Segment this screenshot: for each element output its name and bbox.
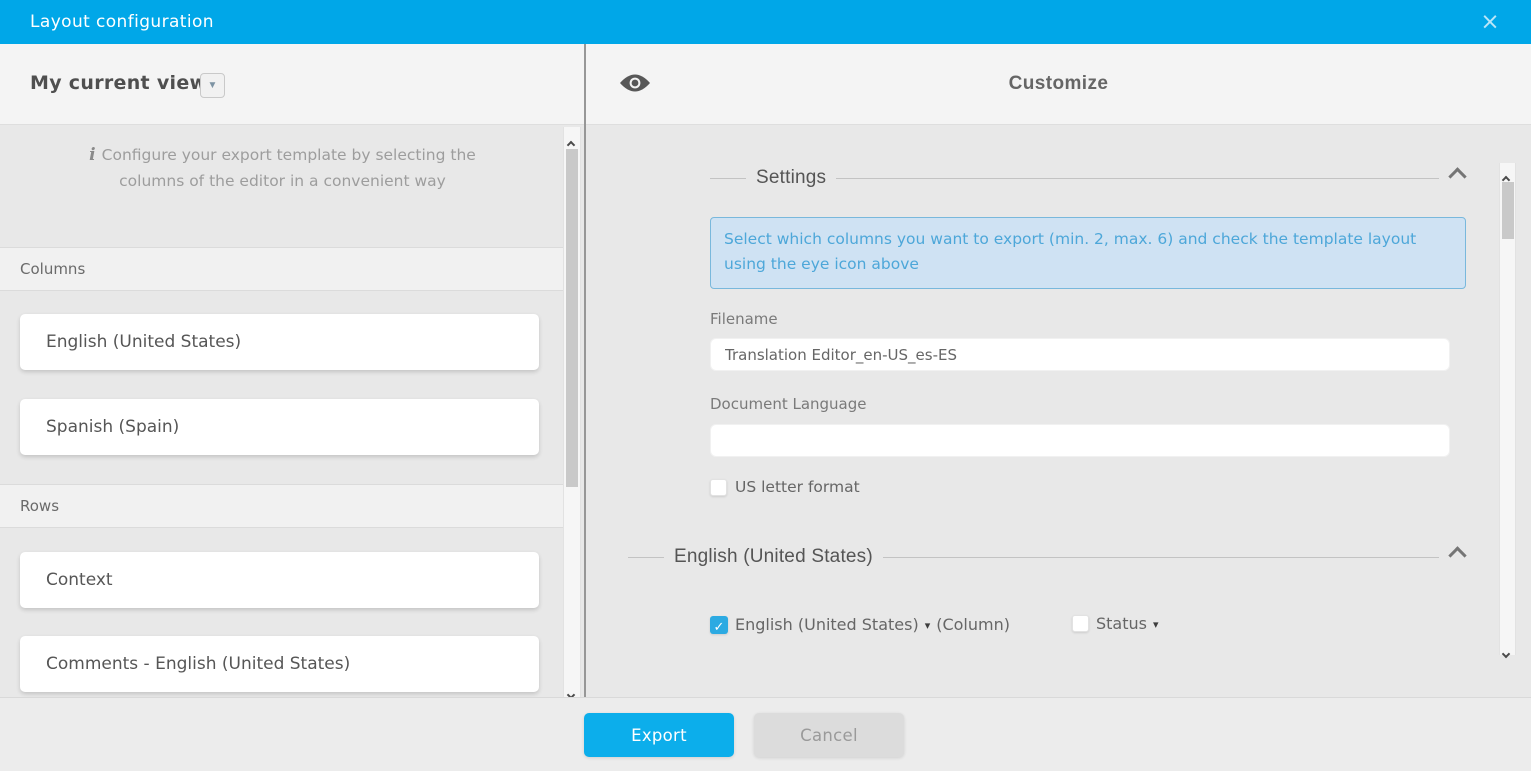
template-structure-panel: My current view ▼ i Configure your export… <box>0 44 584 697</box>
card-label: English (United States) <box>46 314 241 370</box>
scroll-up-icon[interactable] <box>568 133 576 141</box>
legend-line <box>710 178 746 179</box>
legend-line <box>883 557 1439 558</box>
filename-input[interactable] <box>710 338 1450 371</box>
info-icon: i <box>89 145 95 165</box>
us-letter-label: US letter format <box>735 478 860 496</box>
left-panel-scrollbar[interactable] <box>563 127 581 697</box>
status-label: Status <box>1096 614 1147 633</box>
scroll-up-icon[interactable] <box>1503 168 1511 176</box>
card-label: Spanish (Spain) <box>46 399 179 455</box>
chevron-down-icon: ▼ <box>208 80 218 91</box>
scroll-down-icon[interactable] <box>1503 642 1511 650</box>
columns-section-label: Columns <box>20 248 85 290</box>
scrollbar-thumb[interactable] <box>1502 182 1514 239</box>
caret-down-icon[interactable]: ▾ <box>925 619 931 632</box>
row-card-context[interactable]: Context <box>20 552 539 608</box>
template-help-text: i Configure your export template by selec… <box>70 143 495 194</box>
us-letter-format-option: US letter format <box>710 478 860 496</box>
right-panel-scrollbar[interactable] <box>1499 163 1516 655</box>
language-section-title: English (United States) <box>674 546 873 568</box>
current-view-label: My current view <box>30 72 207 94</box>
collapse-language-icon[interactable] <box>1449 547 1466 567</box>
rows-section-header: Rows <box>0 484 564 528</box>
dialog-titlebar: Layout configuration × <box>0 0 1531 44</box>
dialog-title: Layout configuration <box>30 0 214 44</box>
view-dropdown-button[interactable]: ▼ <box>200 73 225 98</box>
customize-panel: Customize Settings Select which columns … <box>586 44 1531 697</box>
card-label: Comments - English (United States) <box>46 636 350 692</box>
card-label: Context <box>46 552 113 608</box>
status-checkbox[interactable] <box>1072 615 1089 632</box>
layout-configuration-dialog: Layout configuration × My current view ▼… <box>0 0 1531 771</box>
caret-down-icon[interactable]: ▾ <box>1153 618 1159 631</box>
rows-section-label: Rows <box>20 485 59 527</box>
scrollbar-thumb[interactable] <box>566 149 578 487</box>
english-column-checkbox[interactable]: ✓ <box>710 616 728 634</box>
column-suffix-label: (Column) <box>936 615 1010 634</box>
filename-label: Filename <box>710 310 778 328</box>
column-card-english-us[interactable]: English (United States) <box>20 314 539 370</box>
settings-section-title: Settings <box>756 167 826 189</box>
collapse-settings-icon[interactable] <box>1449 168 1466 188</box>
export-button[interactable]: Export <box>584 713 734 757</box>
language-section-header: English (United States) <box>628 544 1466 570</box>
columns-section-header: Columns <box>0 247 564 291</box>
left-panel-header: My current view ▼ <box>0 44 584 125</box>
help-text: Configure your export template by select… <box>102 146 476 190</box>
column-card-spanish-spain[interactable]: Spanish (Spain) <box>20 399 539 455</box>
english-column-option: ✓ English (United States) ▾ (Column) <box>710 615 1010 634</box>
document-language-input[interactable] <box>710 424 1450 457</box>
document-language-label: Document Language <box>710 395 867 413</box>
row-card-comments-english-us[interactable]: Comments - English (United States) <box>20 636 539 692</box>
export-info-message: Select which columns you want to export … <box>710 217 1466 289</box>
english-column-label: English (United States) <box>735 615 919 634</box>
cancel-button[interactable]: Cancel <box>754 713 904 757</box>
customize-title: Customize <box>586 73 1531 95</box>
scroll-down-icon[interactable] <box>568 683 576 691</box>
legend-line <box>628 557 664 558</box>
dialog-footer: Export Cancel <box>0 697 1531 771</box>
right-panel-header: Customize <box>586 44 1531 125</box>
us-letter-checkbox[interactable] <box>710 479 727 496</box>
close-icon[interactable]: × <box>1475 7 1505 37</box>
legend-line <box>836 178 1439 179</box>
status-option: Status ▾ <box>1072 614 1159 633</box>
settings-section-header: Settings <box>710 165 1466 191</box>
check-icon: ✓ <box>714 620 725 635</box>
